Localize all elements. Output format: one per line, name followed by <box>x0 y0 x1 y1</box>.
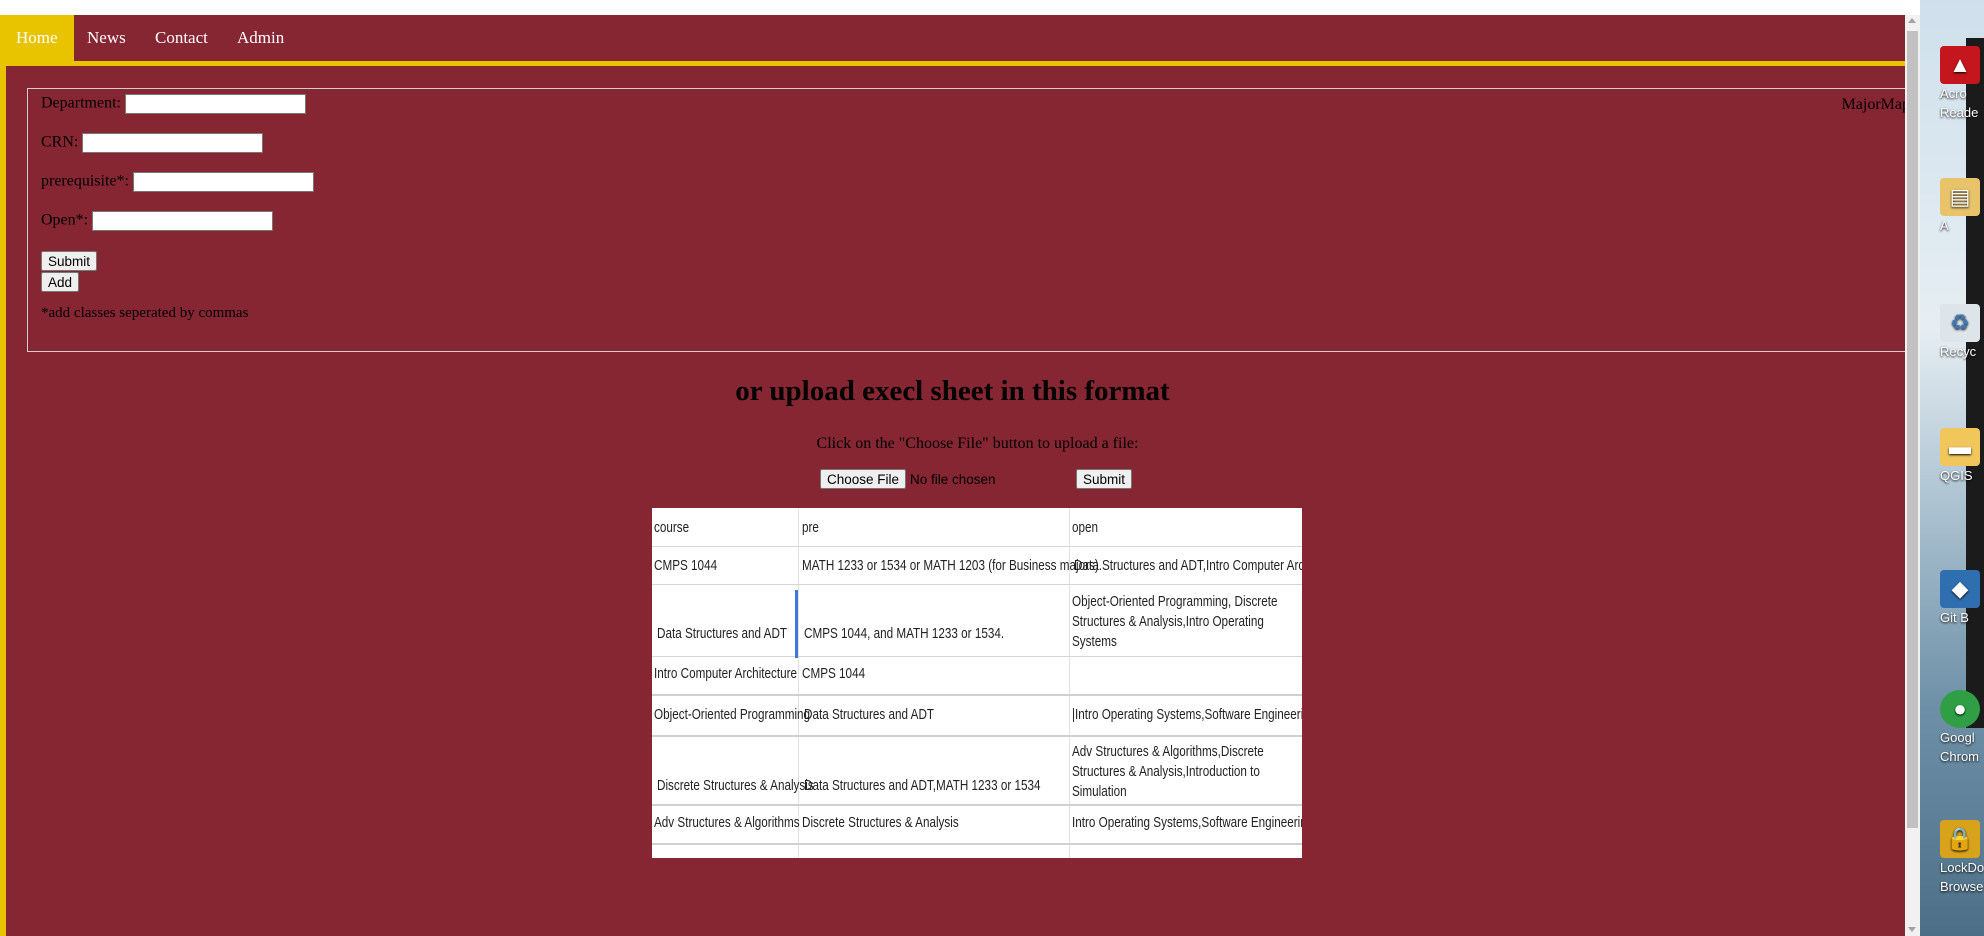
sheet-row: Discrete Structures & Analysis Data Stru… <box>652 736 1302 806</box>
cell-selection-marker <box>795 590 798 658</box>
sheet-row: Data Structures and ADT CMPS 1044, and M… <box>652 584 1302 657</box>
top-navbar: Home News Contact Admin <box>0 15 1905 66</box>
scrollbar-thumb[interactable] <box>1907 31 1918 828</box>
open-label: Open*: <box>41 211 89 229</box>
sheet-cell-pre: Data Structures and ADT,MATH 1233 or 153… <box>804 777 1041 794</box>
sheet-cell-course: Adv Structures & Algorithms <box>654 814 800 831</box>
desktop-icon-label: Acro Reade <box>1940 86 1979 120</box>
acrobat-reader-icon: ▲ <box>1940 46 1980 84</box>
sheet-cell-pre: Data Structures and ADT <box>804 706 935 723</box>
sheet-cell-course: Discrete Structures & Analysis <box>657 777 814 794</box>
sheet-header-pre: pre <box>802 519 819 536</box>
sheet-row: CMPS 1044 MATH 1233 or 1534 or MATH 1203… <box>652 546 1302 585</box>
desktop-shortcut-qgis[interactable]: ▬ QGIS <box>1940 428 1984 485</box>
desktop-shortcut-acrobat[interactable]: ▲ Acro Reade <box>1940 46 1984 122</box>
sample-sheet-image: course pre open CMPS 1044 MATH 1233 or 1… <box>652 508 1302 858</box>
sheet-cell-course: Object-Oriented Programming <box>654 706 811 723</box>
form-note: *add classes seperated by commas <box>41 305 249 321</box>
form-submit-button[interactable]: Submit <box>41 251 98 271</box>
sheet-cell-course: CMPS 1044 <box>654 557 718 574</box>
sheet-cell-open: Adv Structures & Algorithms,Discrete Str… <box>1072 743 1264 800</box>
recycle-bin-icon: ♻ <box>1940 304 1980 342</box>
desktop-shortcut-pdf[interactable]: ▤ A <box>1940 178 1984 235</box>
lockdown-browser-icon: 🔒 <box>1940 820 1980 858</box>
sheet-cell-course: Data Structures and ADT <box>657 625 788 642</box>
bookmarks-bar-strip <box>0 0 1905 15</box>
file-input[interactable]: Choose File No file chosen <box>820 469 996 489</box>
left-accent-border <box>0 66 6 936</box>
upload-submit-button[interactable]: Submit <box>1076 469 1133 489</box>
form-add-button[interactable]: Add <box>41 272 80 292</box>
sheet-cell-pre: Discrete Structures & Analysis <box>802 814 959 831</box>
sheet-cell-pre: MATH 1233 or 1534 or MATH 1203 (for Busi… <box>802 557 1102 574</box>
majormap-label: MajorMap <box>1841 96 1905 113</box>
google-chrome-icon: ● <box>1940 690 1980 728</box>
desktop-shortcut-lockdown[interactable]: 🔒 LockDo Browse <box>1940 820 1984 896</box>
qgis-folder-icon: ▬ <box>1940 428 1980 466</box>
file-status-text: No file chosen <box>910 472 996 487</box>
sheet-cell-open: |Intro Operating Systems,Software Engine… <box>1072 706 1302 723</box>
prerequisite-label: prerequisite*: <box>41 172 129 190</box>
sheet-row: Adv Structures & Algorithms Discrete Str… <box>652 805 1302 845</box>
open-input[interactable] <box>92 211 274 231</box>
course-entry-form: Department: CRN: prerequisite*: Open*: S… <box>27 88 1905 352</box>
desktop-shortcut-recycle[interactable]: ♻ Recyc <box>1940 304 1984 361</box>
pdf-file-icon: ▤ <box>1940 178 1980 216</box>
desktop-icon-label: LockDo Browse <box>1940 860 1984 894</box>
department-row: Department: <box>41 94 306 114</box>
crn-label: CRN: <box>41 133 79 151</box>
prerequisite-row: prerequisite*: <box>41 172 314 192</box>
sheet-header-course: course <box>654 519 690 536</box>
sheet-row: Intro Computer Architecture CMPS 1044 <box>652 656 1302 696</box>
upload-instruction: Click on the "Choose File" button to upl… <box>816 435 1139 452</box>
choose-file-button[interactable]: Choose File <box>820 469 907 489</box>
desktop-background-strip: ▲ Acro Reade ▤ A ♻ Recyc ▬ QGIS ◆ Git B … <box>1920 0 1984 936</box>
department-input[interactable] <box>124 94 306 114</box>
crn-input[interactable] <box>82 133 264 153</box>
nav-home[interactable]: Home <box>0 15 74 61</box>
sheet-cell-course: Intro Computer Architecture <box>654 665 798 682</box>
sheet-row: Object-Oriented Programming Data Structu… <box>652 695 1302 737</box>
crn-row: CRN: <box>41 133 264 153</box>
desktop-icon-label: QGIS <box>1940 468 1973 483</box>
department-label: Department: <box>41 94 121 112</box>
git-bash-icon: ◆ <box>1940 570 1980 608</box>
desktop-icon-label: Googl Chrom <box>1940 730 1980 764</box>
prerequisite-input[interactable] <box>132 172 314 192</box>
desktop-shortcut-git[interactable]: ◆ Git B <box>1940 570 1984 627</box>
nav-contact[interactable]: Contact <box>139 15 224 61</box>
nav-admin[interactable]: Admin <box>221 15 300 61</box>
sheet-cell-open: Data Structures and ADT,Intro Computer A… <box>1074 557 1302 574</box>
sheet-cell-open: Object-Oriented Programming, Discrete St… <box>1072 593 1278 650</box>
desktop-icon-label: Git B <box>1940 610 1969 625</box>
sheet-header-open: open <box>1072 519 1099 536</box>
nav-news[interactable]: News <box>71 15 142 61</box>
browser-viewport: Home News Contact Admin Department: CRN:… <box>0 15 1905 936</box>
sheet-cell-pre: CMPS 1044 <box>802 665 866 682</box>
desktop-shortcut-chrome[interactable]: ● Googl Chrom <box>1940 690 1984 766</box>
sheet-header-row: course pre open <box>652 508 1302 547</box>
scroll-down-icon[interactable] <box>1908 927 1916 932</box>
desktop-icon-label: A <box>1940 218 1949 233</box>
upload-title: or upload execl sheet in this format <box>735 375 1170 407</box>
open-row: Open*: <box>41 211 274 231</box>
sheet-cell-pre: CMPS 1044, and MATH 1233 or 1534. <box>804 625 1005 642</box>
desktop-icon-label: Recyc <box>1940 344 1977 359</box>
sheet-cell-open: Intro Operating Systems,Software Enginee… <box>1072 814 1302 831</box>
vertical-scrollbar[interactable] <box>1905 15 1920 936</box>
scroll-up-icon[interactable] <box>1908 18 1916 23</box>
